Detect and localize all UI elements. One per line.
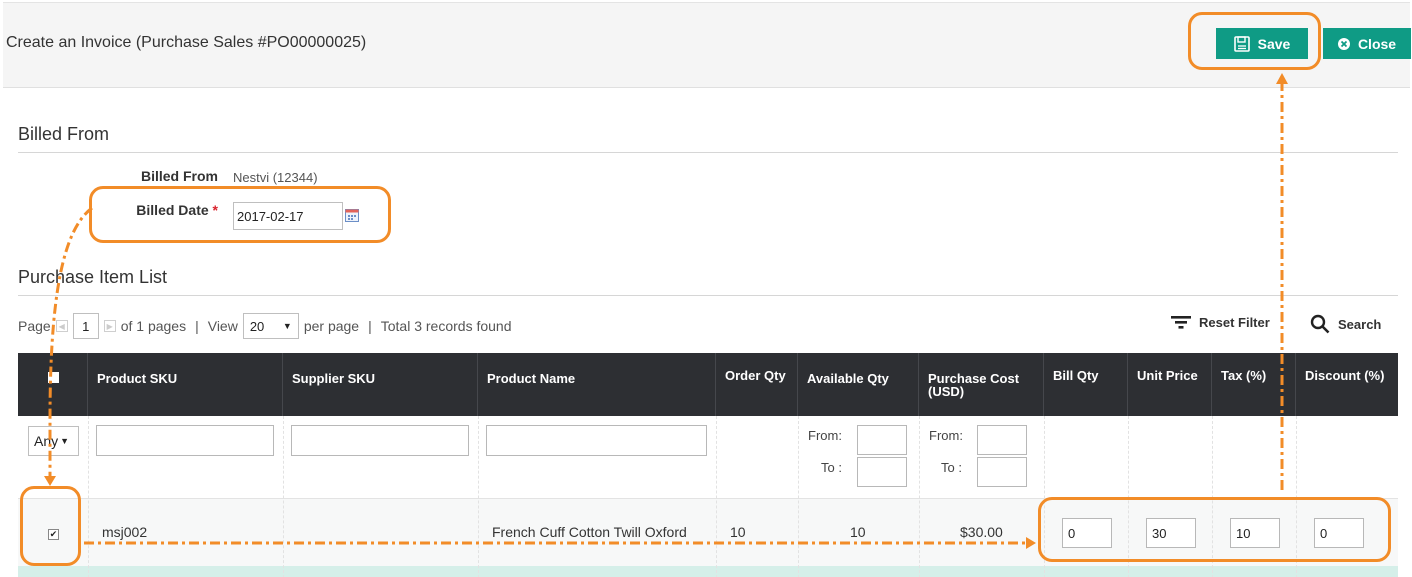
close-button-label: Close [1357, 35, 1397, 52]
next-page-icon[interactable]: ▶ [103, 320, 116, 332]
column-divider [88, 416, 89, 577]
purchase-cost-to-label: To : [941, 460, 962, 475]
column-divider [478, 416, 479, 577]
page-count: of 1 pages [120, 318, 187, 334]
billed-date-input[interactable] [233, 202, 343, 230]
section-divider [18, 295, 1398, 296]
col-product-sku[interactable]: Product SKU [88, 353, 283, 416]
product-sku-filter-input[interactable] [96, 425, 274, 456]
column-divider [283, 416, 284, 577]
item-list-section-title: Purchase Item List [18, 267, 168, 287]
save-button[interactable]: Save [1216, 28, 1308, 59]
cell-product-sku: msj002 [102, 524, 148, 540]
cell-purchase-cost: $30.00 [960, 524, 1003, 540]
filter-icon [1171, 316, 1191, 329]
purchase-cost-from-input[interactable] [977, 425, 1027, 455]
discount-input[interactable] [1314, 518, 1364, 548]
cell-available-qty: 10 [850, 524, 866, 540]
bill-qty-input[interactable] [1062, 518, 1112, 548]
chevron-down-icon: ▼ [282, 321, 292, 331]
col-supplier-sku[interactable]: Supplier SKU [283, 353, 478, 416]
col-bill-qty[interactable]: Bill Qty [1044, 353, 1128, 416]
search-label: Search [1338, 316, 1382, 332]
unit-price-input[interactable] [1146, 518, 1196, 548]
column-divider [1212, 416, 1213, 577]
pager-separator: | [368, 318, 372, 334]
table-row[interactable]: ✔ msj002 French Cuff Cotton Twill Oxford… [18, 499, 1398, 566]
billed-from-label: Billed From [140, 168, 218, 184]
prev-page-icon[interactable]: ◀ [55, 320, 68, 332]
product-name-filter-input[interactable] [486, 425, 707, 456]
reset-filter-label: Reset Filter [1199, 314, 1270, 330]
reset-filter-button[interactable]: Reset Filter [1171, 314, 1270, 330]
cell-order-qty: 10 [730, 524, 746, 540]
column-divider [1128, 416, 1129, 577]
total-records: Total 3 records found [380, 318, 512, 334]
billed-date-label-text: Billed Date [136, 202, 209, 218]
col-discount[interactable]: Discount (%) [1296, 353, 1398, 416]
grid-header-row: Product SKU Supplier SKU Product Name Or… [18, 353, 1398, 416]
col-purchase-cost[interactable]: Purchase Cost (USD) [919, 353, 1044, 416]
page-header: Create an Invoice (Purchase Sales #PO000… [3, 2, 1411, 88]
supplier-sku-filter-input[interactable] [291, 425, 469, 456]
col-product-name[interactable]: Product Name [478, 353, 716, 416]
grid-filter-row: Any ▼ From: To : From: To : [18, 416, 1398, 499]
selection-filter-select[interactable]: Any ▼ [28, 426, 79, 456]
select-all-header [18, 353, 88, 416]
billed-from-value: Nestvi (12344) [233, 170, 318, 185]
billed-from-section-title: Billed From [18, 124, 110, 144]
column-divider [716, 416, 717, 577]
per-page-label: per page [303, 318, 360, 334]
column-divider [1296, 416, 1297, 577]
pager-separator: | [195, 318, 199, 334]
page-number-input[interactable]: 1 [72, 313, 99, 339]
required-marker: * [212, 202, 218, 218]
col-tax[interactable]: Tax (%) [1212, 353, 1296, 416]
row-checkbox[interactable]: ✔ [48, 529, 59, 540]
save-button-label: Save [1257, 35, 1291, 52]
available-qty-from-label: From: [808, 428, 842, 443]
selection-filter-value: Any [34, 433, 59, 449]
available-qty-to-input[interactable] [857, 457, 907, 487]
view-label: View [207, 318, 238, 334]
col-order-qty[interactable]: Order Qty [716, 353, 798, 416]
page-title: Create an Invoice (Purchase Sales #PO000… [6, 34, 367, 51]
available-qty-to-label: To : [821, 460, 842, 475]
section-divider [18, 152, 1398, 153]
search-button[interactable]: Search [1310, 314, 1381, 334]
per-page-value: 20 [249, 318, 265, 334]
pagination-bar: Page ◀ 1 ▶ of 1 pages | View 20 ▼ per pa… [18, 313, 512, 339]
column-divider [919, 416, 920, 577]
column-divider [798, 416, 799, 577]
column-divider [1044, 416, 1045, 577]
col-available-qty[interactable]: Available Qty [798, 353, 919, 416]
col-unit-price[interactable]: Unit Price [1128, 353, 1212, 416]
save-icon [1233, 35, 1250, 52]
calendar-icon[interactable] [345, 208, 359, 222]
next-row-partial [18, 566, 1398, 577]
billed-date-label: Billed Date * [110, 202, 218, 218]
purchase-cost-from-label: From: [929, 428, 963, 443]
page-label: Page [18, 318, 51, 334]
tax-input[interactable] [1230, 518, 1280, 548]
select-all-checkbox[interactable] [48, 372, 59, 383]
close-icon [1337, 37, 1350, 50]
per-page-select[interactable]: 20 ▼ [242, 313, 299, 339]
close-button[interactable]: Close [1323, 28, 1411, 59]
search-icon [1310, 314, 1330, 334]
available-qty-from-input[interactable] [857, 425, 907, 455]
purchase-cost-to-input[interactable] [977, 457, 1027, 487]
chevron-down-icon: ▼ [60, 436, 70, 446]
cell-product-name: French Cuff Cotton Twill Oxford [492, 524, 687, 540]
